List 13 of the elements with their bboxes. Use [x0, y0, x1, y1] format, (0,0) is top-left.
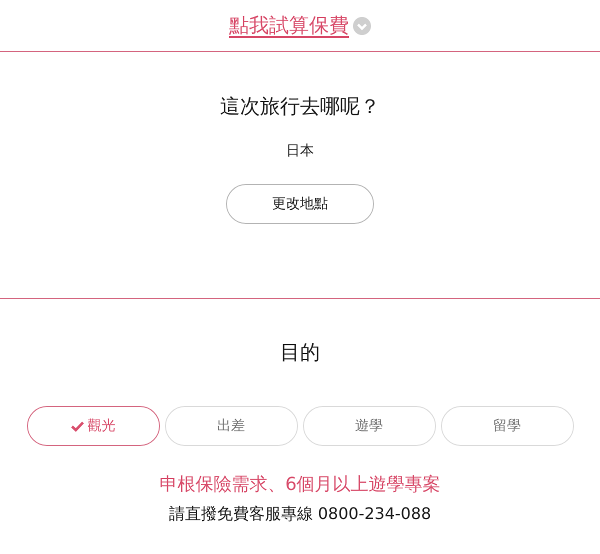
purpose-option[interactable]: 遊學	[302, 406, 436, 446]
purpose-option[interactable]: 留學	[440, 406, 574, 446]
purpose-option[interactable]: 觀光	[26, 406, 160, 446]
notice-text: 申根保險需求、6個月以上遊學專案	[159, 473, 441, 496]
destination-question: 這次旅行去哪呢？	[220, 93, 380, 120]
hotline-text: 請直撥免費客服專線 0800-234-088	[168, 504, 432, 525]
quote-link[interactable]: 點我試算保費	[229, 12, 349, 39]
chevron-down-icon[interactable]	[353, 16, 371, 34]
purpose-option[interactable]: 出差	[164, 406, 298, 446]
purpose-heading: 目的	[280, 339, 320, 366]
check-icon	[70, 420, 84, 432]
change-location-button[interactable]: 更改地點	[226, 184, 374, 224]
destination-value: 日本	[286, 142, 314, 160]
